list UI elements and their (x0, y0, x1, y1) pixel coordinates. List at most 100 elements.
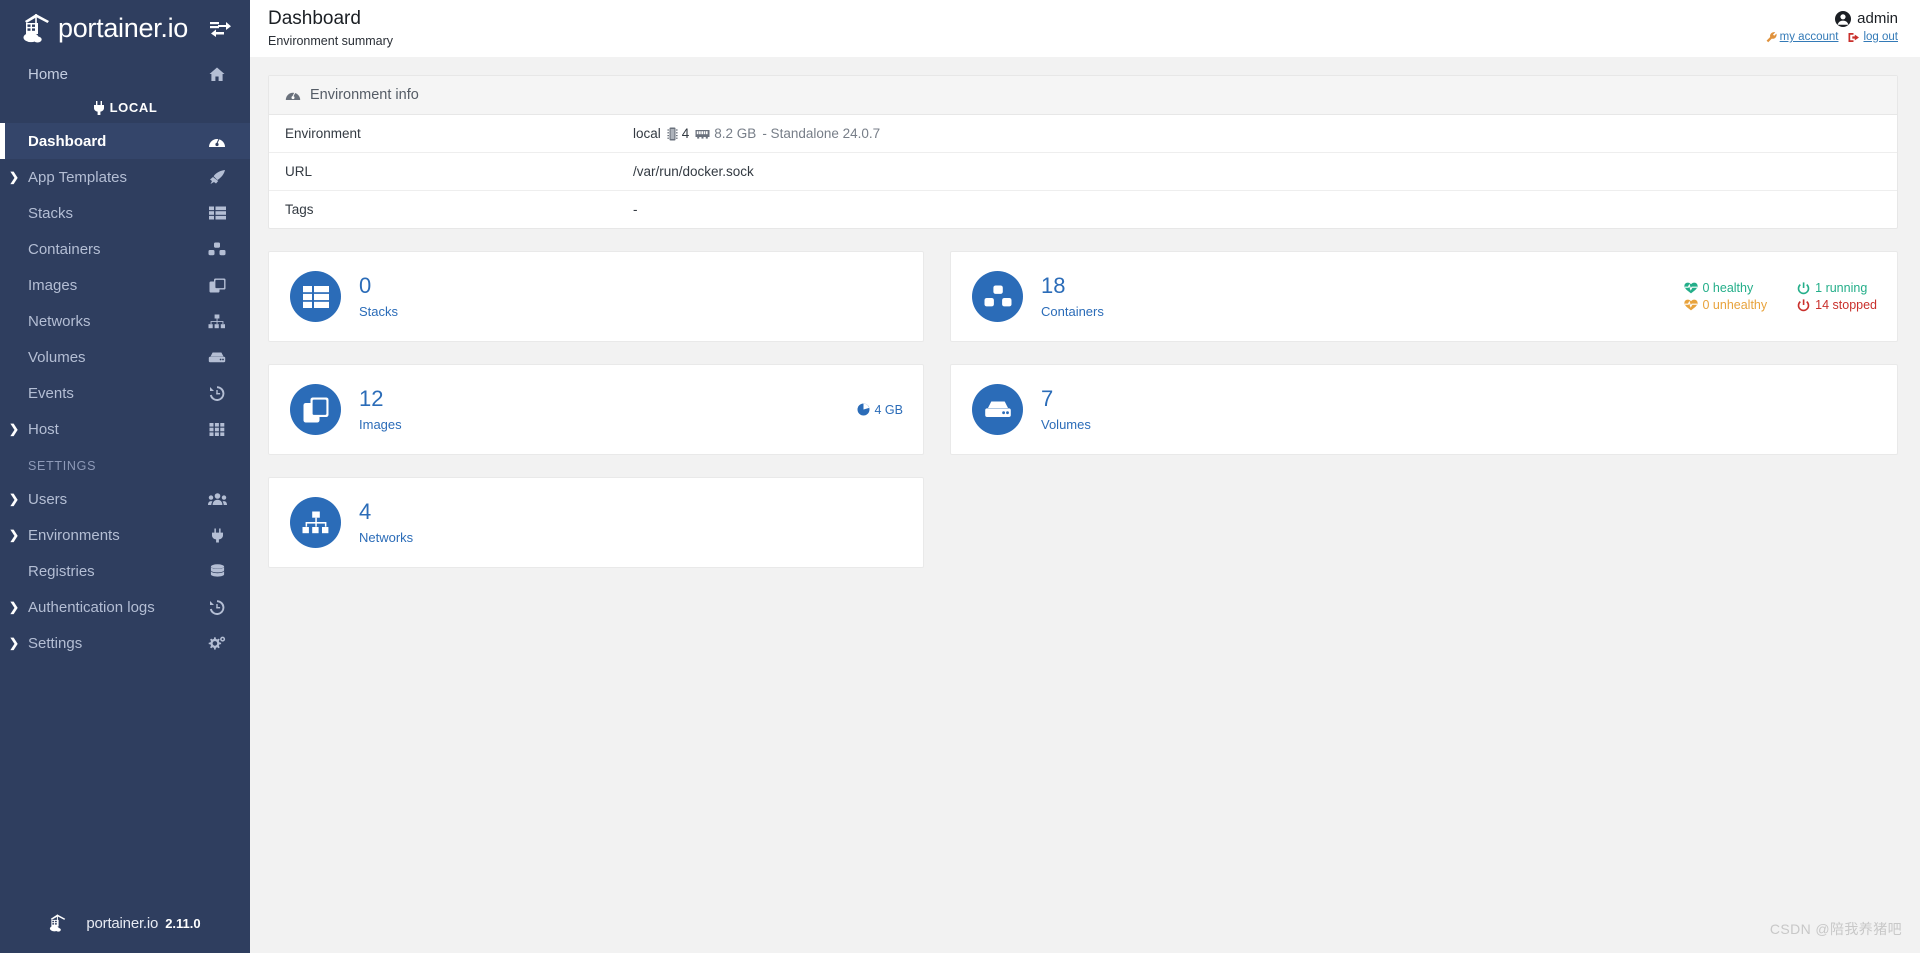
sidebar-brand[interactable]: portainer.io (0, 0, 250, 57)
sidebar-item-images[interactable]: ❯ Images (0, 267, 250, 303)
sidebar-item-label: App Templates (28, 169, 206, 186)
card-images[interactable]: 12 Images 4 GB (268, 364, 924, 455)
stat-unhealthy: 0 unhealthy (1684, 298, 1768, 312)
main-area: Dashboard Environment summary admin my a… (250, 0, 1920, 953)
sidebar: portainer.io ❯ Home (0, 0, 250, 953)
sidebar-item-volumes[interactable]: ❯ Volumes (0, 339, 250, 375)
info-value: - (633, 202, 638, 217)
chevron-right-icon: ❯ (0, 170, 28, 184)
card-count: 12 (359, 387, 402, 411)
stat-label: 0 unhealthy (1703, 298, 1768, 312)
sidebar-item-settings[interactable]: ❯ Settings (0, 625, 250, 661)
sidebar-item-authentication-logs[interactable]: ❯ Authentication logs (0, 589, 250, 625)
dashboard-column-left: 0 Stacks 12 Images (268, 251, 924, 568)
page-heading: Dashboard Environment summary (268, 8, 393, 48)
sidebar-item-events[interactable]: ❯ Events (0, 375, 250, 411)
stat-healthy: 0 healthy (1684, 281, 1768, 295)
sidebar-item-app-templates[interactable]: ❯ App Templates (0, 159, 250, 195)
users-icon (206, 492, 228, 506)
info-value: /var/run/docker.sock (633, 164, 754, 179)
containers-icon (972, 271, 1023, 322)
gears-icon (206, 636, 228, 651)
caret-placeholder: ❯ (0, 386, 28, 400)
card-networks[interactable]: 4 Networks (268, 477, 924, 568)
user-row: admin (1835, 10, 1898, 27)
card-side-info: 4 GB (857, 403, 904, 417)
caret-placeholder: ❯ (0, 350, 28, 364)
sidebar-item-dashboard[interactable]: ❯ Dashboard (0, 123, 250, 159)
sidebar-item-stacks[interactable]: ❯ Stacks (0, 195, 250, 231)
stat-label: 1 running (1815, 281, 1867, 295)
sidebar-item-label: Stacks (28, 205, 206, 222)
card-stacks[interactable]: 0 Stacks (268, 251, 924, 342)
sidebar-environment-header: LOCAL (0, 91, 250, 123)
footer-version: 2.11.0 (165, 916, 200, 931)
card-label: Stacks (359, 304, 398, 319)
toggle-sidebar-icon[interactable] (210, 20, 232, 38)
stat-running: 1 running (1797, 281, 1877, 295)
chevron-right-icon: ❯ (0, 600, 28, 614)
containers-stats: 0 healthy 1 running (1684, 281, 1878, 312)
heartbeat-icon (1684, 299, 1698, 311)
dashboard-grid: 0 Stacks 12 Images (268, 251, 1898, 568)
engine-version: - Standalone 24.0.7 (762, 126, 880, 141)
card-containers[interactable]: 18 Containers 0 healthy (950, 251, 1898, 342)
plug-icon (206, 528, 228, 543)
card-text: 18 Containers (1041, 274, 1104, 318)
logout-link[interactable]: log out (1848, 31, 1898, 43)
card-volumes[interactable]: 7 Volumes (950, 364, 1898, 455)
images-size-chip: 4 GB (857, 403, 904, 417)
card-label: Volumes (1041, 417, 1091, 432)
user-name: admin (1857, 10, 1898, 27)
card-count: 18 (1041, 274, 1104, 298)
sidebar-nav: ❯ Home LOCAL ❯ Dashboard (0, 57, 250, 893)
card-text: 0 Stacks (359, 274, 398, 318)
info-key: Environment (285, 126, 633, 141)
sidebar-item-environments[interactable]: ❯ Environments (0, 517, 250, 553)
sidebar-item-label: Authentication logs (28, 599, 206, 616)
sidebar-item-label: Images (28, 277, 206, 294)
chevron-right-icon: ❯ (0, 492, 28, 506)
sidebar-section-settings: SETTINGS (0, 447, 250, 481)
user-area: admin my account log out (1766, 8, 1898, 43)
sidebar-item-host[interactable]: ❯ Host (0, 411, 250, 447)
sidebar-item-networks[interactable]: ❯ Networks (0, 303, 250, 339)
sidebar-item-containers[interactable]: ❯ Containers (0, 231, 250, 267)
card-label: Images (359, 417, 402, 432)
card-text: 7 Volumes (1041, 387, 1091, 431)
user-links: my account log out (1766, 31, 1898, 43)
sidebar-item-label: Events (28, 385, 206, 402)
sidebar-item-registries[interactable]: ❯ Registries (0, 553, 250, 589)
gauge-icon (285, 88, 301, 102)
environment-info-panel: Environment info Environment local 4 (268, 75, 1898, 229)
history-icon (206, 386, 228, 401)
portainer-logo-icon (22, 12, 52, 46)
info-key: Tags (285, 202, 633, 217)
card-count: 4 (359, 500, 413, 524)
environment-name: local (633, 126, 661, 141)
chevron-right-icon: ❯ (0, 422, 28, 436)
power-icon (1797, 282, 1810, 295)
sidebar-item-home[interactable]: ❯ Home (0, 57, 250, 91)
portainer-logo-icon (49, 913, 79, 934)
volumes-icon (206, 351, 228, 364)
sidebar-item-users[interactable]: ❯ Users (0, 481, 250, 517)
caret-placeholder: ❯ (0, 564, 28, 578)
caret-placeholder: ❯ (0, 278, 28, 292)
containers-icon (206, 242, 228, 257)
caret-placeholder: ❯ (0, 242, 28, 256)
environment-header-label: LOCAL (110, 100, 158, 115)
pie-chart-icon (857, 403, 870, 416)
sidebar-item-label: Users (28, 491, 206, 508)
sidebar-item-label: Networks (28, 313, 206, 330)
my-account-link[interactable]: my account (1766, 31, 1839, 43)
stat-label: 0 healthy (1703, 281, 1754, 295)
caret-placeholder: ❯ (0, 206, 28, 220)
topbar: Dashboard Environment summary admin my a… (250, 0, 1920, 57)
caret-placeholder: ❯ (0, 134, 28, 148)
info-row-url: URL /var/run/docker.sock (269, 153, 1897, 191)
stat-label: 14 stopped (1815, 298, 1877, 312)
wrench-icon (1766, 32, 1777, 43)
sidebar-item-label: Environments (28, 527, 206, 544)
info-row-environment: Environment local 4 (269, 115, 1897, 153)
